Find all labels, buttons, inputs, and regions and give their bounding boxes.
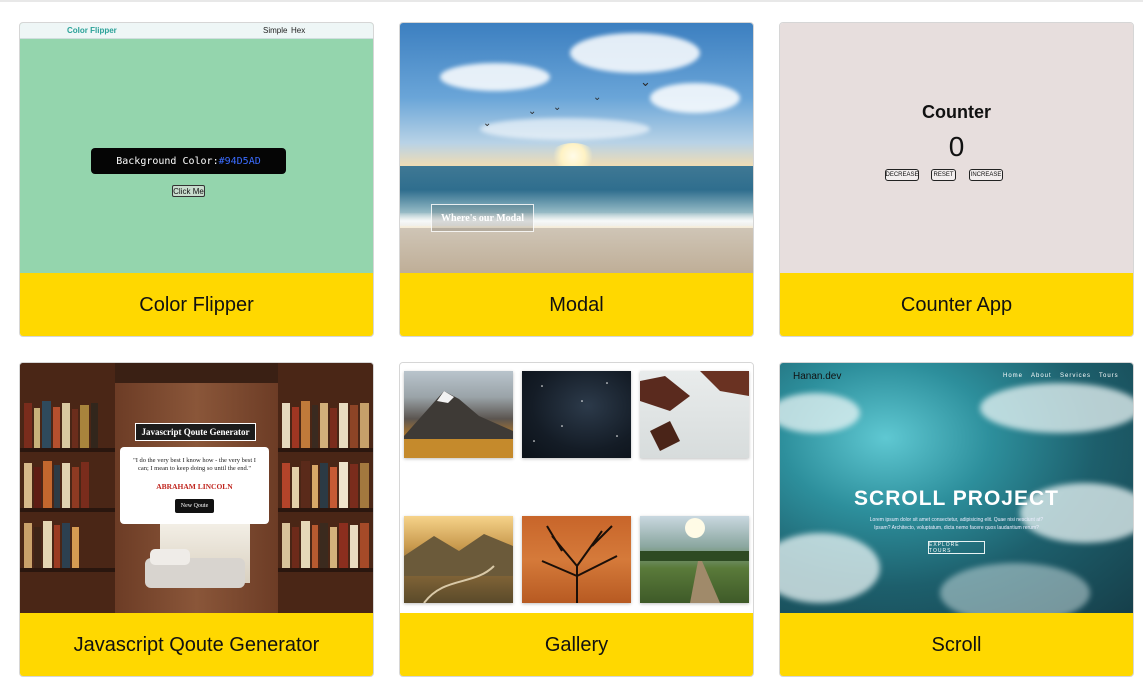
preview-hero-subtitle: Lorem ipsum dolor sit amet consectetur, … [869,517,1044,531]
preview-quote-box: "I do the very best I know how - the ver… [120,447,269,524]
preview-quote-title: Javascript Qoute Generator [135,423,256,441]
preview-nav-link-about: About [1031,373,1052,379]
project-card-title[interactable]: Javascript Qoute Generator [20,613,373,676]
bird-icon: ⌄ [553,102,562,113]
cloud [440,63,550,91]
project-preview[interactable]: Color Flipper Simple Hex Background Colo… [20,23,373,273]
project-card-scroll[interactable]: Hanan.dev Home About Services Tours SCRO… [779,362,1134,677]
preview-reset-button: RESET [931,169,956,181]
page-top-border [0,0,1143,2]
preview-logo: Hanan.dev [793,371,842,382]
project-preview[interactable]: ⌄ ⌄ ⌄ ⌄ ⌄ Where's our Modal [400,23,753,273]
project-preview[interactable]: Counter 0 DECREASE RESET INCREASE [780,23,1133,273]
project-card-title[interactable]: Modal [400,273,753,336]
preview-decrease-button: DECREASE [885,169,919,181]
preview-sand [400,228,753,273]
foam [980,383,1133,433]
preview-logo: Color Flipper [67,26,117,35]
preview-counter-title: Counter [922,102,991,122]
preview-navbar: Color Flipper Simple Hex [20,23,373,39]
gallery-image-mountain-autumn [404,371,513,458]
preview-quote-text: "I do the very best I know how - the ver… [133,457,256,473]
project-card-title[interactable]: Scroll [780,613,1133,676]
preview-hero-title: SCROLL PROJECT [854,487,1059,510]
preview-color-hex: #94D5AD [218,155,261,167]
preview-increase-button: INCREASE [969,169,1003,181]
preview-counter-value: 0 [948,131,965,162]
preview-explore-button: EXPLORE TOURS [928,541,985,554]
bird-icon: ⌄ [528,106,537,117]
preview-click-button: Click Me [172,185,205,197]
preview-nav-link-services: Services [1060,373,1092,379]
preview-new-quote-button: New Qoute [175,499,214,513]
preview-quote-author: ABRAHAM LINCOLN [156,482,233,491]
project-preview[interactable]: Hanan.dev Home About Services Tours SCRO… [780,363,1133,613]
bird-icon: ⌄ [593,92,602,103]
preview-nav-link-tours: Tours [1099,373,1119,379]
gallery-image-garden-sun [640,516,749,603]
gallery-image-night-sky [522,371,631,458]
preview-nav-link-home: Home [1003,373,1024,379]
preview-nav-link-hex: Hex [291,26,306,35]
project-preview[interactable] [400,363,753,613]
gallery-image-tree-branches [522,516,631,603]
cloud [570,33,700,73]
bird-icon: ⌄ [483,118,492,129]
preview-color-display: Background Color: #94D5AD [91,148,286,174]
cloud [480,118,650,140]
preview-modal-button: Where's our Modal [431,204,534,232]
project-card-gallery[interactable]: Gallery [399,362,754,677]
project-card-counter[interactable]: Counter 0 DECREASE RESET INCREASE Counte… [779,22,1134,337]
project-card-color-flipper[interactable]: Color Flipper Simple Hex Background Colo… [19,22,374,337]
project-card-title[interactable]: Counter App [780,273,1133,336]
project-card-title[interactable]: Color Flipper [20,273,373,336]
project-card-quote-generator[interactable]: Javascript Qoute Generator "I do the ver… [19,362,374,677]
gallery-image-snowy-trees [640,371,749,458]
project-preview[interactable]: Javascript Qoute Generator "I do the ver… [20,363,373,613]
bird-icon: ⌄ [640,74,651,89]
project-card-modal[interactable]: ⌄ ⌄ ⌄ ⌄ ⌄ Where's our Modal Modal [399,22,754,337]
preview-nav-link-simple: Simple [263,26,288,35]
project-card-title[interactable]: Gallery [400,613,753,676]
preview-color-label: Background Color: [116,155,219,167]
gallery-image-valley-road [404,516,513,603]
cloud [650,83,740,113]
